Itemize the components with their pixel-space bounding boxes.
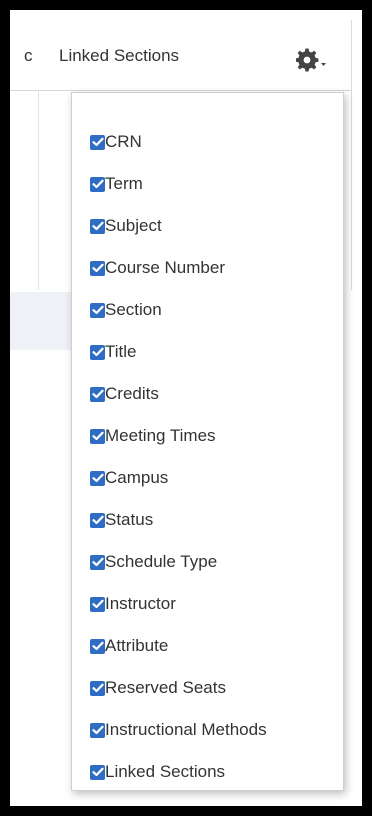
gear-icon (296, 48, 326, 72)
column-menu-item-schedule-type[interactable]: Schedule Type (90, 541, 267, 583)
checkmark-icon (91, 137, 104, 147)
divider (351, 20, 352, 290)
column-menu-item-title[interactable]: Title (90, 331, 267, 373)
checkmark-icon (91, 725, 104, 735)
column-menu-item-label: Course Number (105, 258, 225, 277)
checkbox-attribute[interactable] (90, 638, 105, 654)
column-menu-item-credits[interactable]: Credits (90, 373, 267, 415)
checkbox-instructional-methods[interactable] (90, 722, 105, 738)
column-menu-item-label: Instructional Methods (105, 720, 267, 739)
column-settings-button[interactable] (296, 48, 330, 74)
column-menu-item-label: Instructor (105, 594, 176, 613)
column-menu-item-section[interactable]: Section (90, 289, 267, 331)
checkmark-icon (91, 389, 104, 399)
column-menu-item-crn[interactable]: CRN (90, 121, 267, 163)
checkmark-icon (91, 473, 104, 483)
checkbox-subject[interactable] (90, 218, 105, 234)
checkmark-icon (91, 179, 104, 189)
checkmark-icon (91, 557, 104, 567)
table-row-highlight (10, 292, 72, 350)
checkmark-icon (91, 305, 104, 315)
column-menu-item-label: Meeting Times (105, 426, 216, 445)
column-menu-item-course-number[interactable]: Course Number (90, 247, 267, 289)
checkbox-reserved-seats[interactable] (90, 680, 105, 696)
column-menu-item-label: Reserved Seats (105, 678, 226, 697)
column-menu-item-label: Schedule Type (105, 552, 218, 571)
checkmark-icon (91, 431, 104, 441)
divider (38, 90, 39, 290)
column-menu-item-campus[interactable]: Campus (90, 457, 267, 499)
column-menu-item-subject[interactable]: Subject (90, 205, 267, 247)
checkmark-icon (91, 515, 104, 525)
app-frame: c Linked Sections CRN Term Subject Course N… (10, 10, 362, 806)
checkbox-schedule-type[interactable] (90, 554, 105, 570)
column-header-truncated: c (24, 46, 33, 65)
column-header-linked-sections[interactable]: Linked Sections (59, 46, 179, 66)
column-menu-item-reserved-seats[interactable]: Reserved Seats (90, 667, 267, 709)
column-menu-item-label: Attribute (105, 636, 169, 655)
column-menu-item-label: Linked Sections (105, 762, 226, 781)
column-menu-item-label: Status (105, 510, 154, 529)
checkmark-icon (91, 683, 104, 693)
checkmark-icon (91, 347, 104, 357)
checkbox-linked-sections[interactable] (90, 764, 105, 780)
table-header-row: c Linked Sections (10, 10, 352, 91)
checkbox-course-number[interactable] (90, 260, 105, 276)
checkbox-status[interactable] (90, 512, 105, 528)
column-menu-item-label: Campus (105, 468, 169, 487)
column-menu-list: CRN Term Subject Course Number Section Title C… (90, 121, 267, 793)
column-menu-item-linked-sections[interactable]: Linked Sections (90, 751, 267, 793)
column-menu-item-label: Title (105, 342, 137, 361)
checkbox-campus[interactable] (90, 470, 105, 486)
column-menu-item-label: Subject (105, 216, 162, 235)
checkbox-term[interactable] (90, 176, 105, 192)
column-menu-item-label: Section (105, 300, 162, 319)
column-menu-item-instructor[interactable]: Instructor (90, 583, 267, 625)
column-menu-item-label: Credits (105, 384, 159, 403)
column-menu-item-meeting-times[interactable]: Meeting Times (90, 415, 267, 457)
checkbox-section[interactable] (90, 302, 105, 318)
checkmark-icon (91, 767, 104, 777)
column-visibility-menu: CRN Term Subject Course Number Section Title C… (71, 92, 344, 791)
checkbox-crn[interactable] (90, 134, 105, 150)
checkbox-credits[interactable] (90, 386, 105, 402)
checkbox-title[interactable] (90, 344, 105, 360)
column-menu-item-status[interactable]: Status (90, 499, 267, 541)
checkmark-icon (91, 263, 104, 273)
column-menu-item-instructional-methods[interactable]: Instructional Methods (90, 709, 267, 751)
checkmark-icon (91, 221, 104, 231)
column-menu-item-label: Term (105, 174, 143, 193)
caret-down-icon (321, 63, 326, 66)
checkbox-instructor[interactable] (90, 596, 105, 612)
column-menu-item-term[interactable]: Term (90, 163, 267, 205)
column-menu-item-attribute[interactable]: Attribute (90, 625, 267, 667)
checkmark-icon (91, 641, 104, 651)
checkbox-meeting-times[interactable] (90, 428, 105, 444)
column-menu-item-label: CRN (105, 132, 142, 151)
checkmark-icon (91, 599, 104, 609)
